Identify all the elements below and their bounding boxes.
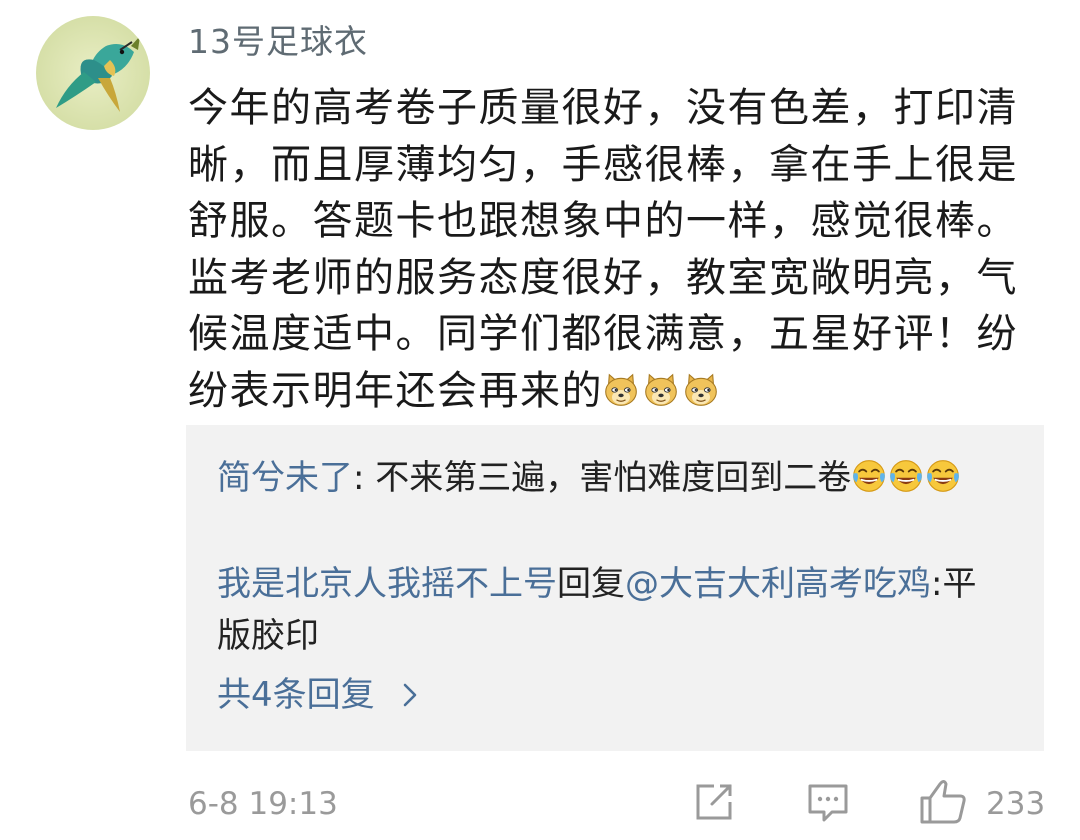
reply-separator: :: [931, 564, 943, 604]
doge-emoji-icon: [643, 372, 679, 408]
laughing-tears-emoji-icon: [888, 458, 924, 494]
doge-emoji-icon: [683, 372, 719, 408]
reply-username[interactable]: 简兮未了: [217, 458, 353, 498]
doge-emoji-icon: [603, 372, 639, 408]
bird-avatar-icon: [36, 16, 150, 130]
reply-action: 回复: [557, 564, 625, 604]
share-square-icon[interactable]: [692, 780, 736, 824]
comment-text: 今年的高考卷子质量很好，没有色差，打印清晰，而且厚薄均匀，手感很棒，拿在手上很是…: [188, 85, 1018, 414]
replies-preview[interactable]: 简兮未了: 不来第三遍，害怕难度回到二卷 我是北京人我摇不上号回复@大吉大利高考…: [186, 425, 1044, 751]
reply-text: 不来第三遍，害怕难度回到二卷: [364, 458, 852, 498]
username[interactable]: 13号足球衣: [188, 20, 368, 64]
comment-body: 今年的高考卷子质量很好，没有色差，打印清晰，而且厚薄均匀，手感很棒，拿在手上很是…: [188, 80, 1050, 419]
laughing-tears-emoji-icon: [851, 458, 887, 494]
view-all-replies-label: 共4条回复: [217, 675, 375, 715]
thumbs-up-icon[interactable]: [918, 776, 968, 826]
reply-mention[interactable]: @大吉大利高考吃鸡: [625, 564, 931, 604]
comment-bubble-icon[interactable]: [806, 780, 850, 824]
like-count: 233: [986, 786, 1046, 822]
chevron-right-icon: [403, 683, 416, 707]
laughing-tears-emoji-icon: [925, 458, 961, 494]
timestamp: 6-8 19:13: [188, 786, 338, 822]
avatar[interactable]: [36, 16, 150, 130]
reply-item: 简兮未了: 不来第三遍，害怕难度回到二卷: [217, 452, 987, 504]
view-all-replies-link[interactable]: 共4条回复: [217, 669, 423, 721]
comment-footer: 6-8 19:13 233: [0, 778, 1080, 832]
reply-item: 我是北京人我摇不上号回复@大吉大利高考吃鸡:平版胶印: [217, 558, 987, 662]
reply-separator: :: [353, 458, 365, 498]
reply-username[interactable]: 我是北京人我摇不上号: [217, 564, 557, 604]
